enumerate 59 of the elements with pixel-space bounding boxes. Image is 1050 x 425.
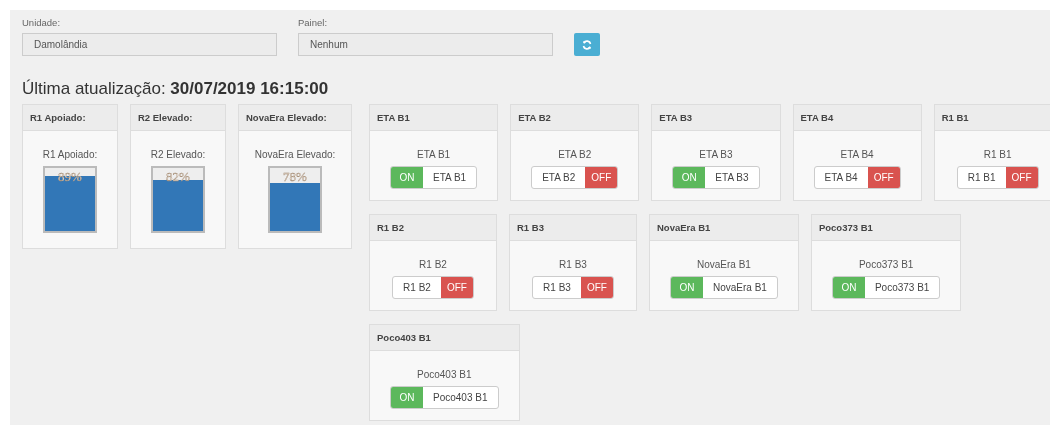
pump-label: Poco403 B1: [417, 369, 472, 380]
field-label: Painel:: [298, 17, 329, 28]
tank-label: R2 Elevado:: [150, 149, 206, 160]
on-off-switch[interactable]: ON ETA B3: [672, 166, 760, 189]
on-off-switch[interactable]: ETA B4 OFF: [813, 166, 901, 189]
switch-label: Poco403 B1: [432, 391, 489, 405]
off-state-button[interactable]: OFF: [580, 277, 613, 298]
switch-label: ETA B4: [823, 171, 859, 185]
pump-label: ETA B1: [417, 149, 451, 160]
tank-label: R1 Apoiado:: [42, 149, 98, 160]
card-title: ETA B1: [370, 105, 498, 131]
refresh-button[interactable]: [574, 33, 600, 56]
pump-label: R1 B1: [983, 149, 1012, 160]
card-title: NovaEra B1: [650, 215, 798, 241]
card-title: NovaEra Elevado:: [239, 105, 351, 131]
select-field[interactable]: Damolândia: [22, 33, 277, 56]
card-title: Poco403 B1: [370, 325, 519, 351]
pump-label: ETA B2: [558, 149, 592, 160]
card-title: R1 B3: [510, 215, 636, 241]
pump-label: ETA B3: [699, 149, 733, 160]
card-title: R2 Elevado:: [131, 105, 225, 131]
pump-label: R1 B3: [559, 259, 587, 270]
last-update-heading: Última atualização: 30/07/2019 16:15:00: [22, 79, 330, 99]
pump-label: NovaEra B1: [697, 259, 751, 270]
card-title: R1 B2: [370, 215, 496, 241]
pump-label: R1 B2: [419, 259, 447, 270]
on-off-switch[interactable]: R1 B2 OFF: [392, 276, 474, 299]
off-state-button[interactable]: OFF: [867, 167, 900, 188]
switch-label: R1 B3: [542, 281, 572, 295]
switch-label: Poco373 B1: [873, 281, 931, 295]
switch-label: ETA B1: [432, 171, 468, 185]
on-off-switch[interactable]: ON ETA B1: [390, 166, 478, 189]
off-state-button[interactable]: OFF: [1005, 167, 1038, 188]
off-state-button[interactable]: OFF: [440, 277, 473, 298]
on-off-switch[interactable]: R1 B3 OFF: [532, 276, 614, 299]
on-off-switch[interactable]: ETA B2 OFF: [531, 166, 619, 189]
level-reading: 78%: [282, 169, 308, 185]
switch-label: R1 B2: [402, 281, 432, 295]
switch-label: R1 B1: [966, 171, 997, 185]
refresh-icon: [582, 39, 592, 50]
off-state-button[interactable]: OFF: [585, 167, 618, 188]
card-title: ETA B3: [652, 105, 780, 131]
on-off-switch[interactable]: ON Poco403 B1: [390, 386, 499, 409]
switch-label: ETA B3: [714, 171, 750, 185]
tank-label: NovaEra Elevado:: [254, 149, 336, 160]
card-title: Poco373 B1: [811, 215, 961, 241]
switch-label: ETA B2: [541, 171, 577, 185]
on-off-switch[interactable]: ON NovaEra B1: [670, 276, 778, 299]
card-title: R1 Apoiado:: [23, 105, 117, 131]
on-off-switch[interactable]: R1 B1 OFF: [956, 166, 1039, 189]
on-off-switch[interactable]: ON Poco373 B1: [831, 276, 941, 299]
card-title: ETA B2: [511, 105, 639, 131]
select-field[interactable]: Nenhum: [298, 33, 553, 56]
field-label: Unidade:: [22, 17, 62, 28]
pump-label: Poco373 B1: [858, 259, 914, 270]
switch-label: NovaEra B1: [712, 281, 768, 295]
pump-label: ETA B4: [840, 149, 874, 160]
card-title: ETA B4: [793, 105, 921, 131]
card-title: R1 B1: [934, 105, 1050, 131]
